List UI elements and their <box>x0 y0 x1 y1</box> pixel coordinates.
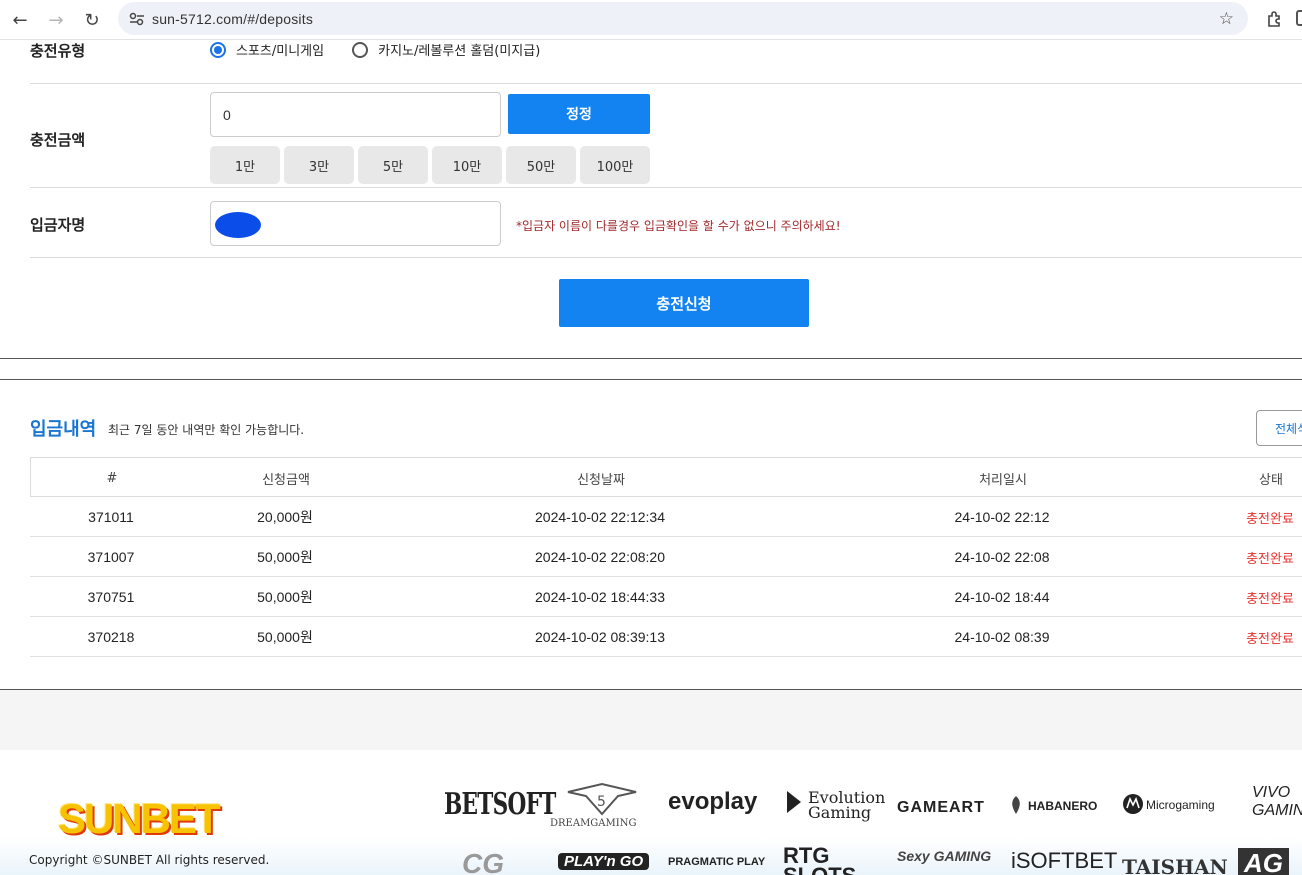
deposit-form: 충전유형 스포츠/미니게임 카지노/레볼루션 홀덤(미지급) 충전금액 정정 1… <box>30 40 1302 258</box>
habanero-icon <box>1012 796 1020 814</box>
cell-amount: 20,000원 <box>257 509 313 525</box>
provider-logo-isoftbet: iSOFTBET <box>1011 848 1118 873</box>
cell-amount: 50,000원 <box>257 629 313 645</box>
bookmark-star-icon[interactable]: ☆ <box>1219 9 1234 29</box>
cell-id: 370218 <box>87 629 135 645</box>
deposit-type-row: 충전유형 스포츠/미니게임 카지노/레볼루션 홀덤(미지급) <box>30 40 1302 84</box>
side-panel-icon[interactable] <box>1296 10 1302 26</box>
table-row: 370218 50,000원 2024-10-02 08:39:13 24-10… <box>30 617 1302 657</box>
amount-label: 충전금액 <box>30 131 86 149</box>
table-row: 371011 20,000원 2024-10-02 22:12:34 24-10… <box>30 497 1302 537</box>
provider-logo-habanero: HABANERO <box>1028 799 1098 813</box>
radio-unchecked-icon[interactable] <box>352 41 369 58</box>
col-id: # <box>106 470 118 486</box>
radio-casino-label: 카지노/레볼루션 홀덤(미지급) <box>378 44 541 59</box>
evolution-emblem-icon <box>787 791 801 813</box>
cell-id: 371011 <box>88 509 134 525</box>
chip-30k[interactable]: 3만 <box>284 146 354 184</box>
provider-logo-rtg: RTG SLOTS <box>783 843 856 875</box>
status-badge: 충전완료 <box>1246 631 1294 647</box>
provider-logo-ag: AG <box>1238 848 1289 875</box>
reload-icon[interactable]: ↻ <box>74 2 110 38</box>
cell-processed-date: 24-10-02 22:12 <box>954 509 1050 525</box>
provider-logo-betsoft: BETSOFT <box>444 787 556 822</box>
radio-checked-icon[interactable] <box>210 41 226 58</box>
forward-icon[interactable]: → <box>38 2 74 38</box>
history-title: 입금내역 <box>30 419 97 440</box>
chip-50k[interactable]: 5만 <box>358 146 428 184</box>
radio-casino[interactable]: 카지노/레볼루션 홀덤(미지급) <box>352 40 540 59</box>
spacer-band <box>0 690 1302 750</box>
status-badge: 충전완료 <box>1246 511 1294 527</box>
status-badge: 충전완료 <box>1246 591 1294 607</box>
url-text[interactable]: sun-5712.com/#/deposits <box>152 11 313 27</box>
col-processed-date: 처리일시 <box>979 472 1027 488</box>
provider-logo-evolution: Evolution Gaming <box>808 788 886 822</box>
table-header: # 신청금액 신청날짜 처리일시 상태 <box>30 457 1302 497</box>
section-divider <box>0 379 1302 380</box>
provider-logo-gameart: GAMEART <box>897 799 985 816</box>
col-request-date: 신청날짜 <box>577 472 625 488</box>
browser-toolbar: ← → ↻ sun-5712.com/#/deposits ☆ <box>0 0 1302 40</box>
cell-id: 370751 <box>87 589 135 605</box>
depositor-name-label: 입금자명 <box>30 216 86 234</box>
submit-deposit-button[interactable]: 충전신청 <box>559 279 809 327</box>
extensions-icon[interactable] <box>1262 6 1288 32</box>
cell-amount: 50,000원 <box>257 589 313 605</box>
cell-amount: 50,000원 <box>257 549 313 565</box>
chip-100k[interactable]: 10만 <box>432 146 502 184</box>
table-row: 370751 50,000원 2024-10-02 18:44:33 24-10… <box>30 577 1302 617</box>
deposit-type-label: 충전유형 <box>30 42 86 60</box>
provider-logo-vivo: VIVO GAMING <box>1252 784 1302 819</box>
name-warning: *입금자 이름이 다를경우 입금확인을 할 수가 없으니 주의하세요! <box>516 219 841 233</box>
cell-processed-date: 24-10-02 18:44 <box>954 589 1050 605</box>
provider-logo-cg: CG <box>462 848 504 875</box>
depositor-name-input[interactable] <box>210 201 501 246</box>
col-status: 상태 <box>1259 472 1283 488</box>
provider-logo-dreamgaming: DREAMGAMING <box>550 818 637 829</box>
reset-button[interactable]: 정정 <box>508 94 650 134</box>
microgaming-icon <box>1123 794 1143 814</box>
cell-id: 371007 <box>87 549 135 565</box>
back-icon[interactable]: ← <box>2 2 38 38</box>
delete-all-button[interactable]: 전체삭 <box>1256 410 1302 446</box>
provider-logo-microgaming: Microgaming <box>1146 798 1215 812</box>
history-subtitle: 최근 7일 동안 내역만 확인 가능합니다. <box>108 423 305 437</box>
sunbet-logo[interactable]: SUNBET <box>58 795 221 843</box>
amount-chips: 1만 3만 5만 10만 50만 100만 <box>210 146 654 184</box>
cell-request-date: 2024-10-02 22:08:20 <box>535 549 665 565</box>
amount-input[interactable] <box>210 92 501 137</box>
history-table: # 신청금액 신청날짜 처리일시 상태 371011 20,000원 2024-… <box>30 457 1302 657</box>
radio-sports-label: 스포츠/미니게임 <box>236 44 325 59</box>
chip-10k[interactable]: 1만 <box>210 146 280 184</box>
cell-processed-date: 24-10-02 22:08 <box>954 549 1050 565</box>
copyright-text: Copyright ©SUNBET All rights reserved. <box>29 853 270 867</box>
site-settings-icon[interactable] <box>122 12 152 26</box>
amount-row: 충전금액 정정 1만 3만 5만 10만 50만 100만 <box>30 84 1302 188</box>
chip-500k[interactable]: 50만 <box>506 146 576 184</box>
provider-logo-pragmatic: PRAGMATIC PLAY <box>668 856 766 868</box>
deposit-type-radio-group: 스포츠/미니게임 카지노/레볼루션 홀덤(미지급) <box>210 40 568 59</box>
section-divider <box>0 358 1302 359</box>
provider-logo-evoplay: evoplay <box>668 788 758 815</box>
col-amount: 신청금액 <box>262 472 310 488</box>
address-bar[interactable]: sun-5712.com/#/deposits ☆ <box>118 2 1248 35</box>
dreamgaming-emblem-icon: 5 <box>567 782 637 816</box>
status-badge: 충전완료 <box>1246 551 1294 567</box>
cell-processed-date: 24-10-02 08:39 <box>954 629 1050 645</box>
provider-logo-taishan: TAISHAN <box>1122 855 1228 875</box>
svg-text:5: 5 <box>597 794 606 810</box>
chip-1m[interactable]: 100만 <box>580 146 650 184</box>
provider-logo-playngo: PLAY'n GO <box>558 853 650 870</box>
provider-logo-sexygaming: Sexy GAMING <box>897 848 992 864</box>
cell-request-date: 2024-10-02 18:44:33 <box>535 589 665 605</box>
cell-request-date: 2024-10-02 22:12:34 <box>535 509 665 525</box>
redaction-mark <box>215 212 261 238</box>
radio-sports[interactable]: 스포츠/미니게임 <box>210 40 324 59</box>
table-row: 371007 50,000원 2024-10-02 22:08:20 24-10… <box>30 537 1302 577</box>
cell-request-date: 2024-10-02 08:39:13 <box>535 629 665 645</box>
depositor-name-row: 입금자명 *입금자 이름이 다를경우 입금확인을 할 수가 없으니 주의하세요! <box>30 188 1302 258</box>
